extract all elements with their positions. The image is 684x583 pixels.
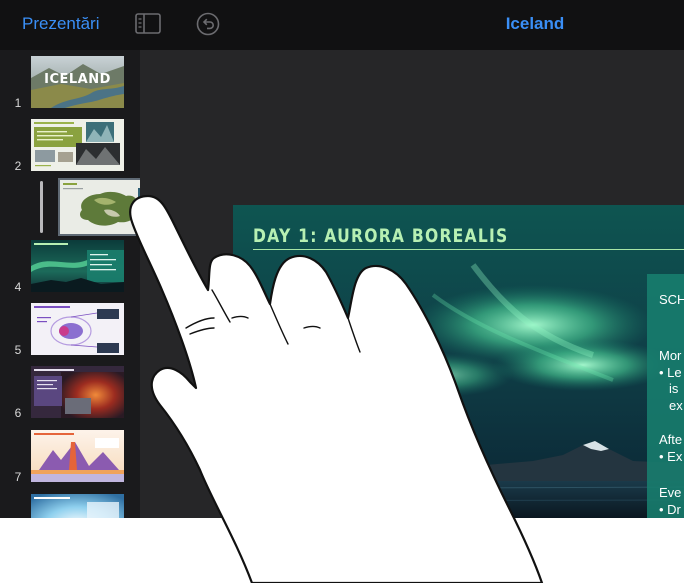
slide-heading: DAY 1: AURORA BOREALIS (253, 225, 509, 247)
slide-thumbnail-4[interactable] (31, 240, 124, 292)
schedule-panel: SCH Mor • Le is ex Afte • Ex Eve • Dr (647, 274, 684, 518)
slide-thumbnail-1[interactable]: ICELAND (31, 56, 124, 108)
slide-thumbnail-2[interactable] (31, 119, 124, 171)
slide-thumbnail-7[interactable] (31, 430, 124, 482)
drop-indicator (40, 181, 43, 233)
slide-row-1: 1 ICELAND (0, 56, 140, 110)
panel-line: Afte (659, 432, 683, 447)
slide-navigator[interactable]: 1 ICELAND 2 4 5 6 7 (0, 50, 140, 518)
sidebar-toggle-icon[interactable] (135, 12, 161, 41)
aurora-photo (233, 205, 684, 518)
panel-line: • Le (659, 365, 682, 380)
slide-row-7: 7 (0, 430, 140, 484)
slide-number: 7 (14, 470, 22, 484)
slide-number: 6 (14, 406, 22, 420)
slide-row-2: 2 (0, 119, 140, 173)
panel-line: Mor (659, 348, 682, 363)
slide-1-title-text: ICELAND (44, 72, 111, 87)
keynote-app-window: Prezentări Iceland 1 ICELAND 2 4 5 6 7 D… (0, 0, 684, 518)
slide-row-8 (0, 494, 140, 518)
document-title: Iceland (505, 14, 565, 33)
heading-rule (253, 249, 684, 250)
panel-line: • Dr (659, 502, 681, 517)
slide-number: 4 (14, 280, 22, 294)
main-slide[interactable]: DAY 1: AURORA BOREALIS SCH Mor • Le is e… (233, 205, 684, 518)
slide-thumbnail-5[interactable] (31, 303, 124, 355)
slide-row-4: 4 (0, 240, 140, 294)
toolbar: Prezentări Iceland (0, 0, 684, 50)
dragged-slide-thumbnail[interactable] (58, 178, 140, 236)
panel-line: SCH (659, 292, 684, 307)
presentations-back-link[interactable]: Prezentări (22, 14, 99, 34)
slide-thumbnail-6[interactable] (31, 366, 124, 418)
panel-line: • Ex (659, 449, 683, 464)
slide-thumbnail-8[interactable] (31, 494, 124, 518)
slide-number: 5 (14, 343, 22, 357)
panel-line: ex (669, 398, 683, 413)
slide-number: 2 (14, 159, 22, 173)
undo-icon[interactable] (196, 12, 220, 41)
slide-number: 1 (14, 96, 22, 110)
panel-line: Eve (659, 485, 682, 500)
slide-row-5: 5 (0, 303, 140, 357)
panel-line: is (669, 381, 679, 396)
slide-row-6: 6 (0, 366, 140, 420)
